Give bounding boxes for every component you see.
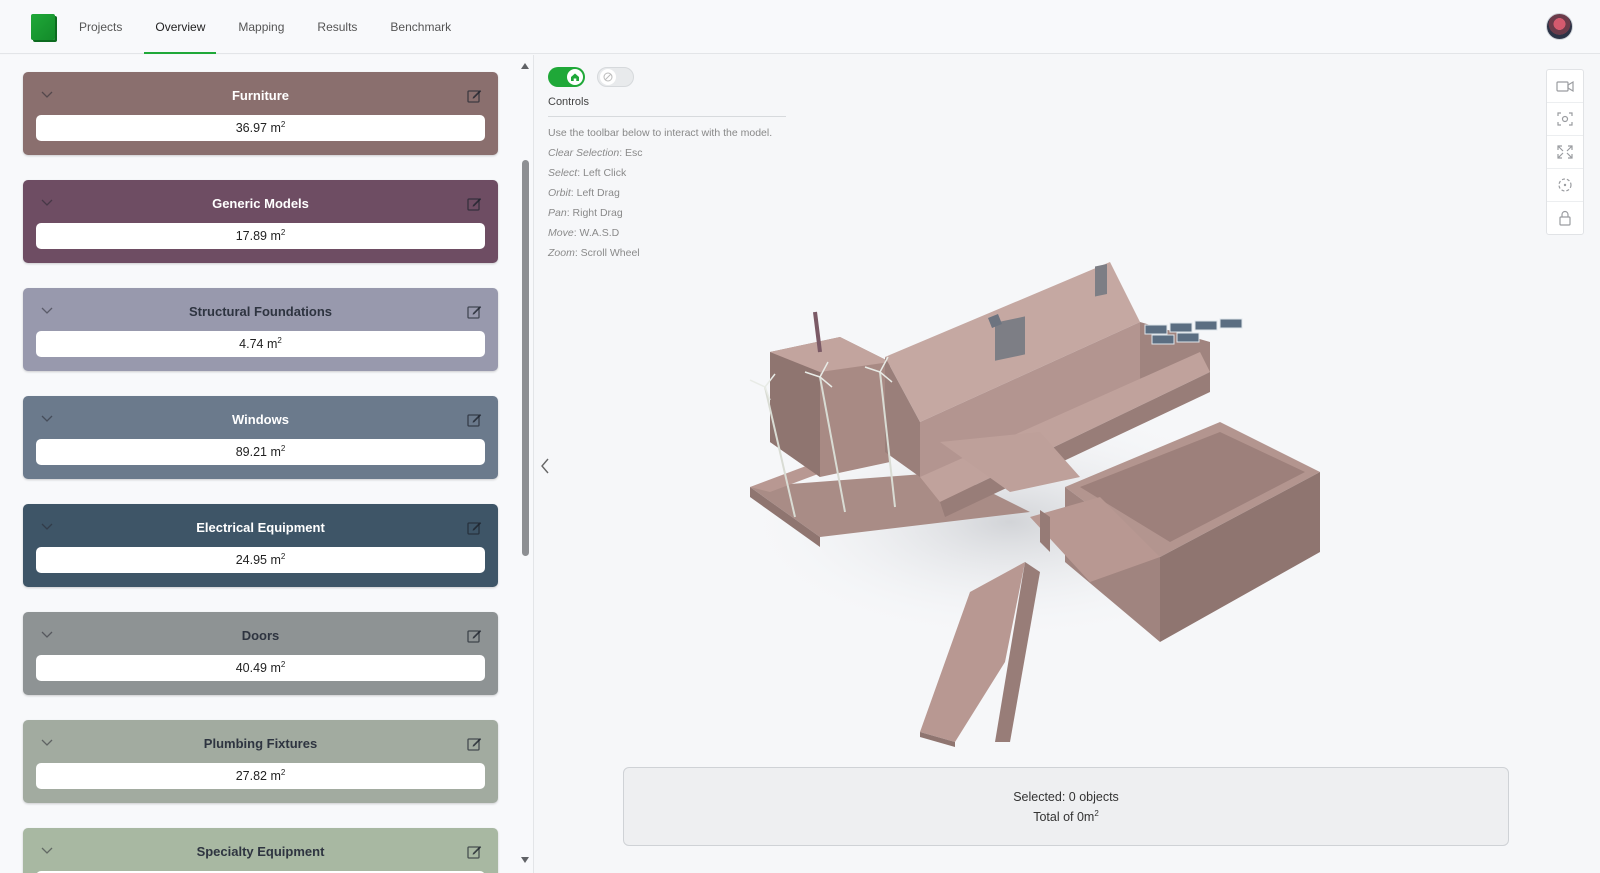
edit-icon[interactable]	[467, 304, 482, 319]
category-title: Generic Models	[212, 196, 309, 211]
control-shortcut: Pan: Right Drag	[548, 207, 623, 219]
edit-icon[interactable]	[467, 520, 482, 535]
focus-button[interactable]	[1547, 103, 1583, 136]
category-title: Plumbing Fixtures	[203, 736, 318, 751]
category-card[interactable]: Generic Models 17.89 m2	[23, 180, 498, 263]
category-title: Windows	[232, 412, 289, 427]
user-avatar[interactable]	[1546, 13, 1573, 40]
category-card-header[interactable]: Doors	[23, 612, 498, 655]
controls-divider	[548, 116, 786, 117]
total-area-text: Total of 0m2	[1033, 808, 1099, 824]
category-title: Doors	[241, 628, 280, 643]
edit-icon[interactable]	[467, 628, 482, 643]
category-card-header[interactable]: Structural Foundations	[23, 288, 498, 331]
category-area-value: 4.74 m2	[36, 331, 485, 357]
control-shortcut: Move: W.A.S.D	[548, 227, 620, 239]
category-card-header[interactable]: Furniture	[23, 72, 498, 115]
category-title: Furniture	[231, 88, 290, 103]
control-shortcut: Zoom: Scroll Wheel	[548, 247, 640, 259]
home-icon	[571, 73, 579, 81]
viewer-toolbar	[1546, 69, 1584, 235]
category-card[interactable]: Windows 89.21 m2	[23, 396, 498, 479]
edit-icon[interactable]	[467, 844, 482, 859]
category-card-header[interactable]: Specialty Equipment	[23, 828, 498, 871]
video-camera-icon	[1556, 80, 1574, 93]
category-card-header[interactable]: Windows	[23, 396, 498, 439]
control-shortcut: Orbit: Left Drag	[548, 187, 620, 199]
edit-icon[interactable]	[467, 412, 482, 427]
control-shortcut: Clear Selection: Esc	[548, 147, 643, 159]
category-title: Specialty Equipment	[196, 844, 325, 859]
camera-button[interactable]	[1547, 70, 1583, 103]
app-logo[interactable]	[31, 14, 55, 40]
nav-tab-mapping[interactable]: Mapping	[227, 0, 295, 54]
category-list-panel: Furniture 36.97 m2 Generic Models 17.89 m2 S…	[0, 55, 534, 873]
controls-intro-text: Use the toolbar below to interact with t…	[548, 127, 773, 139]
category-title: Structural Foundations	[189, 304, 332, 319]
category-area-value: 36.97 m2	[36, 115, 485, 141]
main-nav: Projects Overview Mapping Results Benchm…	[68, 0, 473, 54]
category-card-header[interactable]: Electrical Equipment	[23, 504, 498, 547]
category-card[interactable]: Doors 40.49 m2	[23, 612, 498, 695]
hidden-icon	[603, 72, 613, 82]
scroll-up-arrow-icon[interactable]	[520, 62, 530, 70]
category-area-value: 17.89 m2	[36, 223, 485, 249]
edit-icon[interactable]	[467, 736, 482, 751]
fullscreen-button[interactable]	[1547, 136, 1583, 169]
category-area-value: 24.95 m2	[36, 547, 485, 573]
lock-button[interactable]	[1547, 202, 1583, 235]
lock-icon	[1559, 210, 1571, 226]
edit-icon[interactable]	[467, 88, 482, 103]
edit-icon[interactable]	[467, 196, 482, 211]
controls-heading: Controls	[548, 96, 589, 108]
nav-tab-projects[interactable]: Projects	[68, 0, 133, 54]
home-view-toggle[interactable]	[548, 67, 585, 87]
nav-tab-results[interactable]: Results	[306, 0, 368, 54]
focus-icon	[1557, 112, 1573, 126]
category-card[interactable]: Specialty Equipment	[23, 828, 498, 873]
category-card[interactable]: Furniture 36.97 m2	[23, 72, 498, 155]
visibility-toggle[interactable]	[597, 67, 634, 87]
building-3d-model[interactable]	[740, 262, 1360, 772]
category-card[interactable]: Electrical Equipment 24.95 m2	[23, 504, 498, 587]
category-area-value: 27.82 m2	[36, 763, 485, 789]
scroll-down-arrow-icon[interactable]	[520, 856, 530, 864]
category-card[interactable]: Structural Foundations 4.74 m2	[23, 288, 498, 371]
category-card-header[interactable]: Generic Models	[23, 180, 498, 223]
top-navbar: Projects Overview Mapping Results Benchm…	[0, 0, 1600, 54]
selected-count-text: Selected: 0 objects	[1013, 790, 1119, 804]
expand-icon	[1557, 145, 1573, 159]
control-shortcut: Select: Left Click	[548, 167, 627, 179]
category-card[interactable]: Plumbing Fixtures 27.82 m2	[23, 720, 498, 803]
nav-tab-benchmark[interactable]: Benchmark	[379, 0, 462, 54]
category-area-value: 89.21 m2	[36, 439, 485, 465]
category-title: Electrical Equipment	[196, 520, 325, 535]
category-area-value: 40.49 m2	[36, 655, 485, 681]
category-card-header[interactable]: Plumbing Fixtures	[23, 720, 498, 763]
nav-tab-overview[interactable]: Overview	[144, 0, 217, 54]
center-view-button[interactable]	[1547, 169, 1583, 202]
center-icon	[1558, 178, 1572, 192]
left-panel-scrollbar[interactable]	[522, 160, 529, 556]
selection-status-panel: Selected: 0 objects Total of 0m2	[623, 767, 1509, 846]
